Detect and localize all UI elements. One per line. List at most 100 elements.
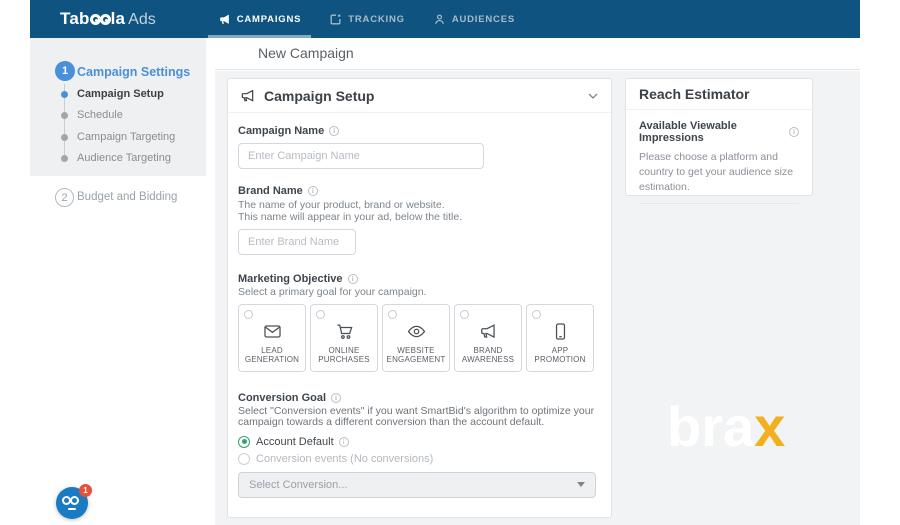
robot-face-icon [62, 496, 79, 505]
reach-estimator-title: Reach Estimator [639, 86, 750, 102]
radio-account-default[interactable]: Account Default i [238, 435, 601, 448]
step-2-circle[interactable]: 2 [55, 188, 74, 207]
objective-options: LEAD GENERATION ONLINE PURCHASES WEBSITE EN… [238, 303, 601, 372]
content-area: Campaign Setup Campaign Name i Brand Nam… [215, 71, 860, 525]
sidebar-item-campaign-setup[interactable]: Campaign Setup [77, 88, 164, 100]
info-icon[interactable]: i [307, 186, 318, 196]
nav-tab-label: AUDIENCES [451, 13, 515, 25]
impressions-label-row: Available Viewable Impressions i [639, 120, 799, 144]
nav-tab-campaigns[interactable]: CAMPAIGNS [204, 0, 316, 38]
info-icon[interactable]: i [329, 126, 340, 136]
chat-widget-button[interactable]: 1 [56, 484, 92, 519]
substep-dot [61, 91, 68, 98]
sidebar-item-audience-targeting[interactable]: Audience Targeting [77, 152, 171, 164]
cart-icon [336, 324, 353, 339]
reach-estimator-body: Available Viewable Impressions i Please … [626, 110, 812, 204]
radio-conversion-events[interactable]: Conversion events (No conversions) [238, 452, 601, 465]
steps-sidebar: 1 Campaign Settings Campaign Setup Sched… [30, 38, 215, 525]
brax-watermark: brax [667, 399, 785, 455]
divider [639, 203, 799, 204]
reach-estimator-header: Reach Estimator [626, 79, 812, 110]
watermark-text-x: x [754, 395, 786, 458]
conversion-goal-label: Conversion Goal [238, 391, 327, 404]
conversion-goal-help: Select "Conversion events" if you want S… [238, 404, 595, 428]
robot-mouth [68, 508, 76, 510]
campaign-name-label: Campaign Name [238, 125, 325, 137]
nav-tab-tracking[interactable]: TRACKING [315, 0, 419, 38]
marketing-objective-label: Marketing Objective [238, 273, 343, 285]
watermark-text-bra: bra [667, 395, 755, 458]
campaign-setup-card: Campaign Setup Campaign Name i Brand Nam… [227, 78, 612, 518]
radio-unselected [388, 309, 397, 319]
logo-text-la: la [110, 9, 126, 28]
objective-website-engagement[interactable]: WEBSITE ENGAGEMENT [382, 303, 450, 372]
page-title: New Campaign [258, 45, 354, 61]
info-icon[interactable]: i [331, 392, 342, 403]
substep-dot [61, 112, 68, 119]
sidebar-item-schedule[interactable]: Schedule [77, 109, 123, 121]
person-icon [434, 14, 444, 24]
radio-unselected [532, 309, 541, 319]
logo-text-ads: Ads [128, 11, 156, 28]
page-title-bar: New Campaign [215, 38, 860, 70]
taboola-ads-logo[interactable]: Tab la Ads [60, 9, 156, 29]
card-title: Campaign Setup [264, 87, 375, 104]
reach-estimator-message: Please choose a platform and country to … [639, 151, 794, 193]
megaphone-icon [241, 89, 254, 102]
eye-icon [407, 325, 425, 337]
radio-account-default-label: Account Default [256, 435, 334, 448]
caret-down-icon [577, 482, 585, 487]
marketing-objective-label-row: Marketing Objective i [238, 273, 601, 285]
campaign-name-input[interactable] [238, 143, 484, 169]
radio-unselected [460, 309, 469, 319]
brand-name-input[interactable] [238, 229, 356, 255]
info-icon[interactable]: i [347, 274, 358, 284]
objective-online-purchases[interactable]: ONLINE PURCHASES [310, 303, 378, 372]
substep-dot [61, 155, 68, 162]
substep-dot [61, 134, 68, 141]
nav-tab-audiences[interactable]: AUDIENCES [419, 0, 529, 38]
campaign-name-label-row: Campaign Name i [238, 125, 601, 137]
marketing-objective-help: Select a primary goal for your campaign. [238, 286, 427, 298]
conversion-goal-label-row: Conversion Goal i [238, 392, 601, 404]
sidebar-item-campaign-settings[interactable]: Campaign Settings [77, 65, 190, 79]
objective-app-promotion[interactable]: APP PROMOTION [526, 303, 594, 372]
collapse-card-button[interactable] [587, 90, 599, 102]
info-icon[interactable]: i [338, 436, 349, 447]
impressions-label: Available Viewable Impressions [639, 120, 737, 144]
brand-name-label: Brand Name [238, 185, 303, 197]
radio-unselected [316, 309, 325, 319]
nav-tab-label: CAMPAIGNS [236, 13, 302, 25]
envelope-icon [263, 324, 281, 338]
smartphone-icon [555, 322, 565, 340]
page: Tab la Ads CAMPAIGNS TRACKING AUDIENCES [0, 0, 900, 525]
objective-lead-generation[interactable]: LEAD GENERATION [238, 303, 306, 372]
sidebar-item-campaign-targeting[interactable]: Campaign Targeting [77, 131, 175, 143]
radio-unselected [244, 309, 253, 319]
step-1-circle[interactable]: 1 [55, 61, 75, 81]
radio-selected-icon [238, 435, 250, 448]
goggle-o-icon [99, 14, 111, 25]
objective-brand-awareness[interactable]: BRAND AWARENESS [454, 303, 522, 372]
tracking-pixel-icon [330, 14, 341, 24]
brand-name-help-line1: The name of your product, brand or websi… [238, 199, 445, 211]
sidebar-item-budget-and-bidding[interactable]: Budget and Bidding [77, 191, 177, 203]
brand-name-label-row: Brand Name i [238, 185, 601, 197]
info-icon[interactable]: i [789, 127, 799, 137]
nav-items: CAMPAIGNS TRACKING AUDIENCES [204, 0, 529, 38]
reach-estimator-card: Reach Estimator Available Viewable Impre… [625, 78, 813, 204]
radio-disabled-icon [238, 452, 250, 465]
brand-name-help-line2: This name will appear in your ad, below … [238, 210, 463, 223]
brand-name-help: The name of your product, brand or websi… [238, 199, 601, 223]
nav-tab-label: TRACKING [348, 13, 405, 25]
conversion-select-value: Select Conversion... [249, 478, 348, 491]
campaign-setup-card-header: Campaign Setup [228, 79, 611, 113]
logo-text-tab: Tab [60, 9, 90, 28]
megaphone-icon [219, 14, 229, 24]
campaign-setup-card-body: Campaign Name i Brand Name i The name of… [228, 125, 611, 498]
top-nav-bar: Tab la Ads CAMPAIGNS TRACKING AUDIENCES [30, 0, 860, 38]
chevron-down-icon [588, 93, 598, 99]
radio-conversion-events-label: Conversion events (No conversions) [256, 452, 434, 465]
notification-badge: 1 [79, 484, 92, 497]
conversion-select[interactable]: Select Conversion... [238, 471, 596, 498]
